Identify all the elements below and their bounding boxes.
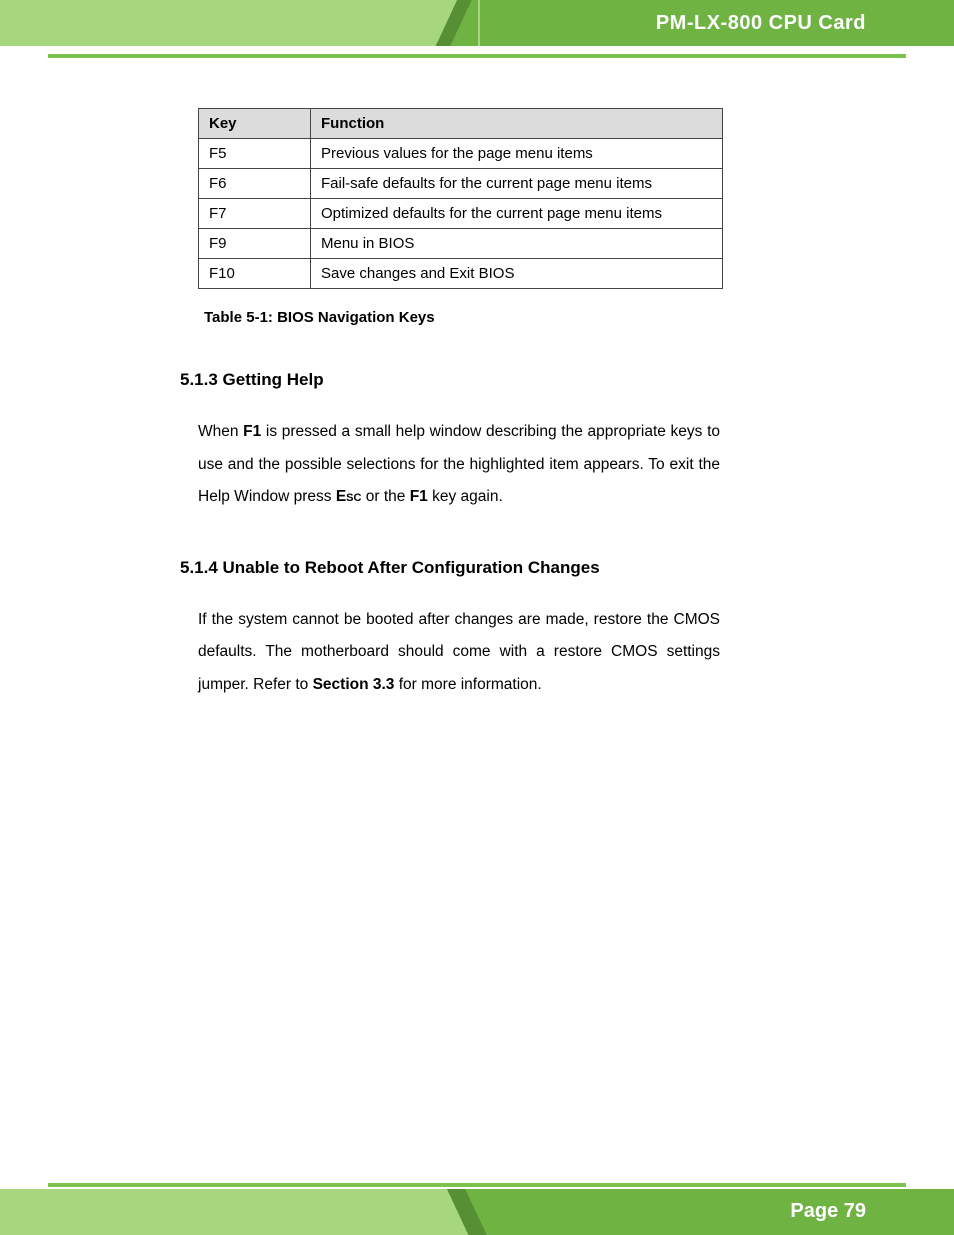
cell-function: Menu in BIOS xyxy=(311,229,723,259)
cell-key: F9 xyxy=(199,229,311,259)
page-header: PM-LX-800 CPU Card xyxy=(0,0,954,46)
th-function: Function xyxy=(311,109,723,139)
header-slash-icon xyxy=(418,0,478,46)
table-row: F7 Optimized defaults for the current pa… xyxy=(199,199,723,229)
section-heading: 5.1.4 Unable to Reboot After Configurati… xyxy=(180,558,728,578)
cell-key: F7 xyxy=(199,199,311,229)
cell-key: F10 xyxy=(199,259,311,289)
section-unable-reboot: 5.1.4 Unable to Reboot After Configurati… xyxy=(180,558,728,702)
cell-key: F5 xyxy=(199,139,311,169)
table-caption: Table 5-1: BIOS Navigation Keys xyxy=(204,309,728,326)
th-key: Key xyxy=(199,109,311,139)
ref-section: Section 3.3 xyxy=(313,676,395,693)
cell-function: Previous values for the page menu items xyxy=(311,139,723,169)
cell-key: F6 xyxy=(199,169,311,199)
page-number: Page 79 xyxy=(790,1200,866,1223)
key-f1: F1 xyxy=(410,488,428,505)
section-heading: 5.1.3 Getting Help xyxy=(180,370,728,390)
page-content: Key Function F5 Previous values for the … xyxy=(198,108,728,701)
text: or the xyxy=(361,488,409,505)
table-row: F9 Menu in BIOS xyxy=(199,229,723,259)
text: for more information. xyxy=(394,676,541,693)
section-paragraph: If the system cannot be booted after cha… xyxy=(198,604,720,702)
text: key again. xyxy=(428,488,503,505)
text: When xyxy=(198,423,243,440)
footer-accent-line xyxy=(48,1183,906,1187)
key-esc: Esc xyxy=(336,488,362,505)
footer-slash-icon xyxy=(430,1189,500,1235)
section-paragraph: When F1 is pressed a small help window d… xyxy=(198,416,720,514)
table-row: F10 Save changes and Exit BIOS xyxy=(199,259,723,289)
document-title: PM-LX-800 CPU Card xyxy=(656,12,866,35)
key-f1: F1 xyxy=(243,423,261,440)
bios-keys-table: Key Function F5 Previous values for the … xyxy=(198,108,723,289)
cell-function: Optimized defaults for the current page … xyxy=(311,199,723,229)
section-getting-help: 5.1.3 Getting Help When F1 is pressed a … xyxy=(180,370,728,514)
header-bar-light xyxy=(0,0,480,46)
cell-function: Fail-safe defaults for the current page … xyxy=(311,169,723,199)
table-header-row: Key Function xyxy=(199,109,723,139)
cell-function: Save changes and Exit BIOS xyxy=(311,259,723,289)
page-footer: Page 79 xyxy=(0,1175,954,1235)
table-row: F5 Previous values for the page menu ite… xyxy=(199,139,723,169)
footer-bar-light xyxy=(0,1189,480,1235)
table-row: F6 Fail-safe defaults for the current pa… xyxy=(199,169,723,199)
header-accent-line xyxy=(48,54,906,58)
